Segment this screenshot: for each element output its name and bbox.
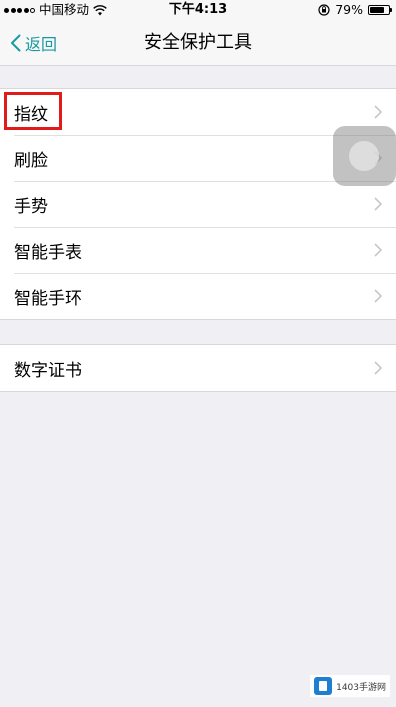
chevron-left-icon [11, 34, 21, 52]
chevron-right-icon [374, 197, 382, 211]
back-button[interactable]: 返回 [10, 20, 57, 66]
assistive-touch-button[interactable] [333, 126, 396, 186]
status-right: 79% [318, 0, 392, 20]
battery-percent: 79% [335, 2, 363, 17]
battery-fill [370, 7, 384, 13]
chevron-right-icon [374, 243, 382, 257]
assistive-touch-icon [349, 141, 379, 171]
row-gesture[interactable]: 手势 [0, 181, 396, 227]
row-label: 刷脸 [14, 150, 48, 171]
chevron-right-icon [374, 361, 382, 375]
row-smart-band[interactable]: 智能手环 [0, 273, 396, 319]
chevron-right-icon [374, 289, 382, 303]
row-smartwatch[interactable]: 智能手表 [0, 227, 396, 273]
watermark-text: 1403手游网 [336, 682, 386, 693]
row-digital-certificate[interactable]: 数字证书 [0, 345, 396, 391]
auth-methods-group: 指纹 刷脸 手势 智能手表 智能手环 [0, 88, 396, 320]
row-label: 智能手表 [14, 242, 82, 263]
battery-icon [368, 5, 392, 15]
chevron-right-icon [374, 105, 382, 119]
orientation-lock-icon [318, 4, 330, 16]
navigation-bar: 安全保护工具 返回 [0, 20, 396, 66]
watermark-logo-icon [314, 677, 333, 695]
page-title: 安全保护工具 [144, 32, 252, 53]
row-label: 智能手环 [14, 288, 82, 309]
highlight-box [4, 92, 62, 130]
row-label: 手势 [14, 196, 48, 217]
row-label: 数字证书 [14, 360, 82, 381]
status-bar: 中国移动 下午4:13 79% [0, 0, 396, 20]
back-label: 返回 [25, 35, 58, 54]
watermark: 1403手游网 [310, 675, 390, 697]
certificate-group: 数字证书 [0, 344, 396, 392]
